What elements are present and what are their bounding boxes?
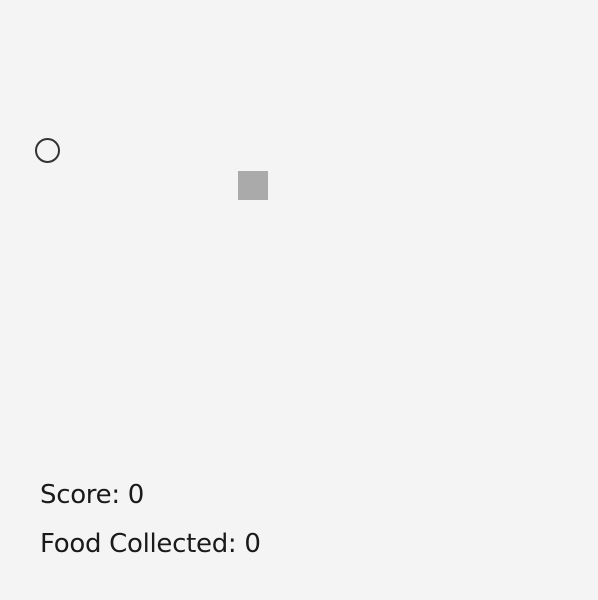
score-display: Score: 0 [40,471,261,520]
score-value: 0 [127,480,145,510]
game-canvas[interactable]: Score: 0 Food Collected: 0 [0,0,598,600]
food-collected-display: Food Collected: 0 [40,520,261,569]
hud: Score: 0 Food Collected: 0 [40,471,261,569]
score-label: Score: [40,480,128,510]
food-square-icon [238,171,268,200]
player-circle-icon [35,138,60,163]
food-collected-label: Food Collected: [40,529,245,559]
food-collected-value: 0 [244,529,261,559]
